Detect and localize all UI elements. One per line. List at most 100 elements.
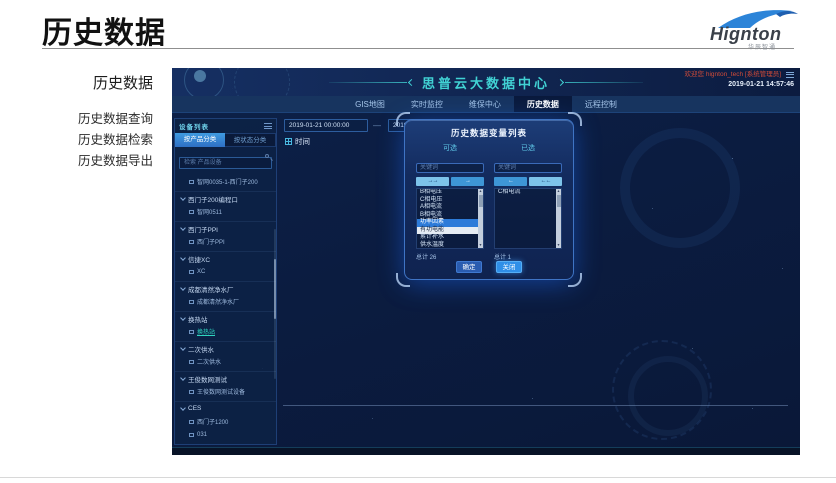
page-bottom-divider: [0, 477, 836, 478]
move-all-right-button[interactable]: →→: [416, 177, 449, 186]
sidebar-item-search[interactable]: 历史数据检索: [78, 129, 153, 148]
selected-listbox: C相电流 ▲ ▼: [494, 188, 562, 249]
time-column-label: 时间: [295, 136, 310, 147]
close-button[interactable]: 关闭: [496, 261, 522, 273]
modal-corner-bracket: [396, 112, 410, 126]
scrollbar-thumb[interactable]: [479, 195, 483, 207]
scroll-up-icon[interactable]: ▲: [556, 189, 561, 194]
slide-page: 历史数据 Hignton 华辰智通 历史数据 历史数据查询 历史数据检索 历史数…: [0, 0, 836, 483]
tab-gis-map[interactable]: GIS地图: [342, 96, 398, 112]
sidebar-item-query[interactable]: 历史数据查询: [78, 108, 153, 127]
device-tree-leaf[interactable]: 西门子1200: [175, 415, 276, 428]
datetime-text: 2019-01-21 14:57:46: [685, 80, 794, 90]
selected-heading: 已选: [494, 143, 562, 153]
group-label: 信捷XC: [188, 254, 210, 264]
device-tree-group[interactable]: 西门子: [175, 444, 276, 445]
list-item-highlighted[interactable]: 有功电能: [417, 227, 483, 235]
device-icon: [189, 420, 194, 424]
device-tree-leaf[interactable]: 西门子PPI: [175, 235, 276, 248]
selected-total: 总计 1: [494, 252, 562, 261]
group-label: 二次供水: [188, 344, 214, 354]
device-icon: [189, 330, 194, 334]
app-footer-bar: [172, 447, 800, 455]
chevron-right-icon: [557, 78, 564, 85]
date-from-input[interactable]: [284, 119, 368, 132]
device-tree-group[interactable]: 西门子200编程口: [175, 191, 276, 205]
group-label: 西门子200编程口: [188, 194, 238, 204]
tab-history-data[interactable]: 历史数据: [514, 96, 572, 112]
move-all-left-button[interactable]: ←←: [529, 177, 562, 186]
tab-remote-control[interactable]: 远程控制: [572, 96, 630, 112]
logo-tagline: 华辰智通: [748, 42, 776, 51]
device-tree-leaf-selected[interactable]: 换热站: [175, 325, 276, 338]
title-divider: [42, 48, 794, 49]
device-search-input[interactable]: [179, 157, 272, 169]
list-item[interactable]: B相电压: [417, 189, 483, 197]
device-tree-group[interactable]: 二次供水: [175, 341, 276, 355]
tab-by-product[interactable]: 按产品分类: [175, 133, 225, 147]
device-tree-leaf[interactable]: 031: [175, 428, 276, 441]
date-range-separator: —: [373, 119, 381, 132]
modal-title: 历史数据变量列表: [405, 127, 573, 139]
chevron-down-icon: [180, 225, 186, 231]
chevron-down-icon: [180, 255, 186, 261]
confirm-button[interactable]: 确定: [456, 261, 482, 273]
move-left-button[interactable]: ←: [494, 177, 527, 186]
company-logo: Hignton 华辰智通: [702, 8, 802, 50]
device-tree-leaf[interactable]: 智网0511: [175, 205, 276, 218]
panel-collapse-icon[interactable]: [264, 123, 272, 129]
sidebar-item-export[interactable]: 历史数据导出: [78, 150, 153, 169]
search-icon[interactable]: [265, 154, 269, 158]
scroll-up-icon[interactable]: ▲: [478, 189, 483, 194]
user-block: 欢迎您 hignton_tech [系统管理员] 2019-01-21 14:5…: [685, 70, 794, 90]
scroll-down-icon[interactable]: ▼: [556, 243, 561, 248]
device-icon: [189, 360, 194, 364]
selected-keyword-input[interactable]: [494, 163, 562, 173]
list-item-selected[interactable]: 功率因素: [417, 219, 483, 227]
device-label: 二次供水: [197, 357, 221, 366]
device-label: 成都清然净水厂: [197, 297, 239, 306]
available-column: 可选 →→ → B相电压 C相电压 A相电流 B相电流 功率因素 有功电能 累计…: [416, 143, 484, 261]
chevron-down-icon: [180, 405, 186, 411]
device-label: 智网0511: [197, 207, 222, 216]
device-icon: [189, 390, 194, 394]
move-right-button[interactable]: →: [451, 177, 484, 186]
device-tree-leaf[interactable]: 智网0035-1-西门子200: [175, 175, 276, 188]
device-label: XC: [197, 269, 205, 275]
device-tree-group[interactable]: 信捷XC: [175, 251, 276, 265]
available-keyword-input[interactable]: [416, 163, 484, 173]
tab-maintenance-center[interactable]: 维保中心: [456, 96, 514, 112]
decor-dot-icon: [194, 70, 206, 82]
chevron-left-icon: [408, 78, 415, 85]
tab-by-status[interactable]: 按状态分类: [225, 133, 276, 147]
list-item[interactable]: 累计补水: [417, 234, 483, 242]
device-tree-leaf[interactable]: XC: [175, 265, 276, 278]
device-icon: [189, 210, 194, 214]
hamburger-menu-icon[interactable]: [786, 72, 794, 78]
watermark-gear-circle: [612, 340, 712, 440]
list-scrollbar[interactable]: ▲ ▼: [556, 189, 561, 248]
list-item[interactable]: 供水温度: [417, 242, 483, 250]
device-tree-leaf[interactable]: 成都清然净水厂: [175, 295, 276, 308]
list-item[interactable]: C相电压: [417, 197, 483, 205]
list-item[interactable]: A相电流: [417, 204, 483, 212]
group-label: 王俊数网测试: [188, 374, 227, 384]
table-time-header: 时间: [285, 136, 310, 147]
tab-realtime-monitor[interactable]: 实时监控: [398, 96, 456, 112]
group-label: 西门子PPI: [188, 224, 218, 234]
device-tree-leaf[interactable]: 二次供水: [175, 355, 276, 368]
list-item[interactable]: B相电流: [417, 212, 483, 220]
panel-scrollbar[interactable]: [274, 229, 276, 379]
device-tree-leaf[interactable]: 王俊数网测试设备: [175, 385, 276, 398]
device-tree-group[interactable]: CES: [175, 401, 276, 415]
device-tree-group[interactable]: 换热站: [175, 311, 276, 325]
chevron-down-icon: [180, 285, 186, 291]
device-tree-group[interactable]: 王俊数网测试: [175, 371, 276, 385]
variable-list-modal: 历史数据变量列表 可选 →→ → B相电压 C相电压 A相电流 B相电流 功率因…: [404, 119, 574, 280]
device-tree-group[interactable]: 成都清然净水厂: [175, 281, 276, 295]
list-item[interactable]: C相电流: [495, 189, 561, 197]
list-scrollbar[interactable]: ▲ ▼: [478, 189, 483, 248]
scrollbar-thumb[interactable]: [557, 195, 561, 207]
scroll-down-icon[interactable]: ▼: [478, 243, 483, 248]
device-tree-group[interactable]: 西门子PPI: [175, 221, 276, 235]
